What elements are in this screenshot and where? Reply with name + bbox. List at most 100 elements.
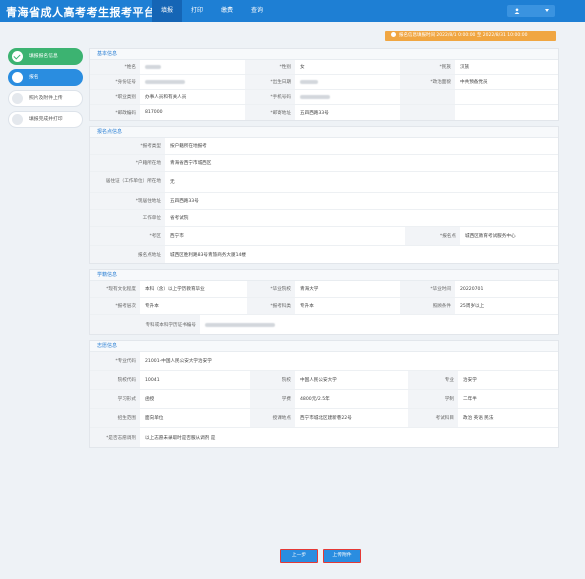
field-label: *报考科类 [247,298,295,314]
field-value: 青海省西宁市城西区 [170,161,212,166]
field-value: 21001-中国人民公安大学治安学 [145,359,212,364]
field-label: *手机号码 [245,90,295,104]
field-value: 函授 [145,397,155,402]
field-label: *邮寄地址 [245,105,295,120]
major-info-panel: 志愿信息 *专业代码 21001-中国人民公安大学治安学 院校代码 10041 … [89,340,559,448]
field-value [455,105,558,120]
field-value: 五四西路33号 [170,199,199,204]
table-row: *职业类别 办事人员和有关人员 *手机号码 [90,90,558,105]
table-row: 专科或本科学历证书编号 [90,315,558,334]
panel-title: 基本信息 [90,49,558,60]
nav-pay[interactable]: 缴费 [212,0,242,22]
prev-button[interactable]: 上一步 [280,549,318,563]
field-label: *报考类型 [90,138,165,154]
field-value: 无 [170,180,175,185]
table-row: *报考类型 按户籍所在地报考 [90,138,558,155]
step-apply[interactable]: 报名 [8,69,83,86]
field-label: 专业 [408,371,458,389]
field-label: 学费 [250,390,295,408]
field-label: *户籍所在地 [90,155,165,171]
cert-number-value [200,315,558,334]
check-icon [12,51,23,62]
field-label: *现有文化程度 [90,281,140,297]
table-row: *姓名 *性别 女 *民族 汉族 [90,60,558,75]
field-label: *现居住地址 [90,193,165,209]
field-value: 汉族 [460,65,470,70]
panel-title: 学籍信息 [90,270,558,281]
notice-text: 报名信息填报时间 2022/8/1 0:00:00 至 2022/8/31 10… [399,33,528,38]
field-value: 面向单位 [145,416,164,421]
name-value [140,60,245,74]
field-value: 专升本 [145,304,159,309]
nav-print[interactable]: 打印 [182,0,212,22]
basic-info-panel: 基本信息 *姓名 *性别 女 *民族 汉族 *身份证号 *出生日期 *政治面貌 … [89,48,559,121]
field-label: *专业代码 [90,352,140,370]
table-row: *身份证号 *出生日期 *政治面貌 中共预备党员 [90,75,558,90]
field-value: 专升本 [300,304,314,309]
nav-query[interactable]: 查询 [242,0,272,22]
step-print[interactable]: 填报完成并打印 [8,111,83,128]
field-label: *职业类别 [90,90,140,104]
field-label: *民族 [400,60,455,74]
id-number-value [140,75,245,89]
table-row: 院校代码 10041 院校 中国人民公安大学 专业 治安学 [90,371,558,390]
field-value: 4800元/2.5年 [300,397,330,402]
field-label: *出生日期 [245,75,295,89]
field-value: 治安学 [463,378,477,383]
field-value: 青海大学 [300,287,319,292]
field-label [400,105,455,120]
field-value: 政治 英语 民法 [463,416,494,421]
field-label: 招生范围 [90,409,140,427]
field-label: *是否志愿调剂 [90,428,140,447]
table-row: *现有文化程度 本科（含）以上学历教育毕业 *毕业院校 青海大学 *毕业时间 2… [90,281,558,298]
field-value: 西宁市城北区建新巷22号 [300,416,352,421]
field-value: 城西区胜利路83号青旅商务大厦14楼 [170,252,247,258]
field-label: 照顾条件 [400,298,455,314]
step-upload[interactable]: 照片及附件上传 [8,90,83,107]
table-row: 学习形式 函授 学费 4800元/2.5年 学制 二年半 [90,390,558,409]
top-bar: 青海省成人高考考生报考平台 填报 打印 缴费 查询 [0,0,585,22]
field-value: 25周岁以上 [460,304,485,309]
upload-attachment-button[interactable]: 上传附件 [323,549,361,563]
field-label: *性别 [245,60,295,74]
field-value [455,90,558,104]
field-value: 本科（含）以上学历教育毕业 [145,287,205,292]
field-value: 女 [300,65,305,70]
field-label: 院校 [250,371,295,389]
table-row: *现居住地址 五四西路33号 [90,193,558,210]
apply-info-panel: 报名点信息 *报考类型 按户籍所在地报考 *户籍所在地 青海省西宁市城西区 居住… [89,126,559,264]
field-label: *毕业时间 [400,281,455,297]
user-icon [514,8,520,14]
user-menu-button[interactable] [507,5,555,17]
table-row: 报名点地址 城西区胜利路83号青旅商务大厦14楼 [90,246,558,263]
table-row: 居住证（工作单位）所在地 无 [90,172,558,193]
chevron-down-icon [545,9,549,12]
table-row: *考区 西宁市 *报名点 城西区教育考试服务中心 [90,227,558,246]
field-label: *毕业院校 [247,281,295,297]
table-row: 招生范围 面向单位 授课地点 西宁市城北区建新巷22号 考试科目 政治 英语 民… [90,409,558,428]
field-label: 学制 [408,390,458,408]
step-fill-info[interactable]: 填报报名信息 [8,48,83,65]
step-label: 填报报名信息 [29,54,58,59]
field-value: 以上志愿未录取时是否服从调剂 是 [145,435,216,441]
nav-fill[interactable]: 填报 [152,0,183,22]
table-row: *是否志愿调剂 以上志愿未录取时是否服从调剂 是 [90,428,558,447]
notice-banner: 报名信息填报时间 2022/8/1 0:00:00 至 2022/8/31 10… [385,31,556,41]
field-value: 二年半 [463,397,477,402]
phone-value [295,90,400,104]
field-label: 专科或本科学历证书编号 [90,315,200,334]
field-value: 城西区教育考试服务中心 [465,234,516,239]
field-label: 报名点地址 [90,246,165,263]
education-info-panel: 学籍信息 *现有文化程度 本科（含）以上学历教育毕业 *毕业院校 青海大学 *毕… [89,269,559,335]
field-label [400,90,455,104]
field-label: 居住证（工作单位）所在地 [90,172,165,192]
app-title: 青海省成人高考考生报考平台 [6,6,156,19]
table-row: *专业代码 21001-中国人民公安大学治安学 [90,352,558,371]
step-circle-icon [12,114,23,125]
step-label: 照片及附件上传 [29,96,63,101]
footer-actions: 上一步 上传附件 [280,549,361,563]
step-label: 报名 [29,75,39,80]
field-value: 中国人民公安大学 [300,378,337,383]
field-value: 中共预备党员 [460,80,488,85]
birth-date-value [295,75,400,89]
